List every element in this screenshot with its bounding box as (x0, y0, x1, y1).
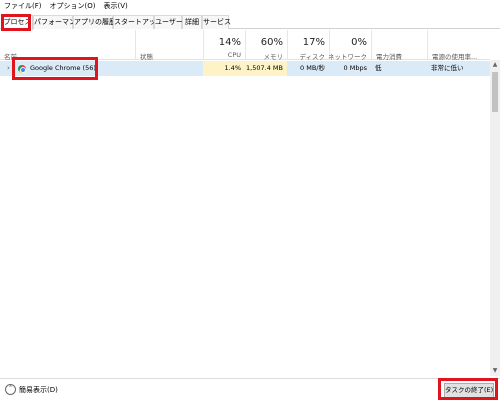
process-disk: 0 MB/秒 (300, 64, 325, 72)
tab-startup[interactable]: スタートアップ (113, 15, 163, 29)
process-status (139, 61, 203, 76)
tab-app-history[interactable]: アプリの履歴 (73, 15, 116, 29)
column-name-label: 名前 (4, 53, 17, 61)
tab-performance[interactable]: パフォーマンス (33, 15, 83, 29)
column-memory[interactable]: 60% メモリ (245, 30, 287, 61)
process-cpu: 1.4% (203, 61, 245, 76)
column-cpu[interactable]: 14% CPU (203, 30, 245, 60)
column-power-trend-label: 電源の使用率... (432, 53, 478, 61)
fewer-details-link[interactable]: 簡易表示(D) (19, 379, 58, 400)
column-network[interactable]: 0% ネットワーク (328, 30, 371, 61)
column-power[interactable]: 電力消費 (371, 30, 427, 61)
column-status[interactable]: 状態 (135, 30, 203, 61)
column-memory-label: メモリ (263, 53, 284, 61)
menu-options[interactable]: オプション(O) (50, 0, 96, 13)
column-header: 名前 状態 14% CPU 60% メモリ 17% ディスク 0% ネットワーク… (0, 30, 490, 61)
tab-bar: プロセス パフォーマンス アプリの履歴 スタートアップ ユーザー 詳細 サービス (0, 13, 500, 30)
column-power-label: 電力消費 (376, 53, 402, 61)
column-status-label: 状態 (140, 53, 153, 61)
footer-bar: ˄ 簡易表示(D) タスクの終了(E) (0, 378, 500, 400)
memory-total: 60% (260, 37, 283, 48)
column-network-label: ネットワーク (328, 53, 367, 61)
chevron-up-icon[interactable]: ˄ (5, 384, 16, 395)
scroll-down-icon[interactable]: ▼ (490, 366, 500, 376)
process-network: 0 Mbps (343, 64, 367, 72)
table-row[interactable]: › Google Chrome (56) 1.4% 1,507.4 MB 0 M… (0, 61, 490, 76)
menu-bar: ファイル(F) オプション(O) 表示(V) (0, 0, 500, 13)
chrome-icon (18, 65, 26, 73)
tab-details[interactable]: 詳細 (182, 15, 202, 29)
scroll-thumb[interactable] (492, 72, 498, 112)
menu-file[interactable]: ファイル(F) (4, 0, 42, 13)
chevron-right-icon[interactable]: › (7, 61, 10, 76)
disk-total: 17% (302, 37, 325, 48)
network-total: 0% (351, 37, 367, 48)
scroll-up-icon[interactable]: ▲ (490, 60, 500, 70)
process-name: Google Chrome (56) (30, 64, 96, 72)
tab-users[interactable]: ユーザー (154, 15, 183, 29)
process-power: 低 (375, 64, 382, 72)
column-cpu-label: CPU (227, 51, 241, 59)
column-power-trend[interactable]: 電源の使用率... (427, 30, 490, 61)
tab-services[interactable]: サービス (202, 15, 231, 29)
column-disk-label: ディスク (299, 53, 325, 61)
process-memory: 1,507.4 MB (245, 61, 287, 76)
end-task-button[interactable]: タスクの終了(E) (444, 383, 494, 398)
vertical-scrollbar[interactable]: ▲ ▼ (490, 60, 500, 376)
process-power-trend: 非常に低い (431, 64, 464, 72)
tab-processes[interactable]: プロセス (2, 15, 33, 30)
column-name[interactable]: 名前 (0, 30, 135, 61)
cpu-total: 14% (218, 37, 241, 48)
menu-view[interactable]: 表示(V) (103, 0, 127, 13)
column-disk[interactable]: 17% ディスク (287, 30, 329, 61)
